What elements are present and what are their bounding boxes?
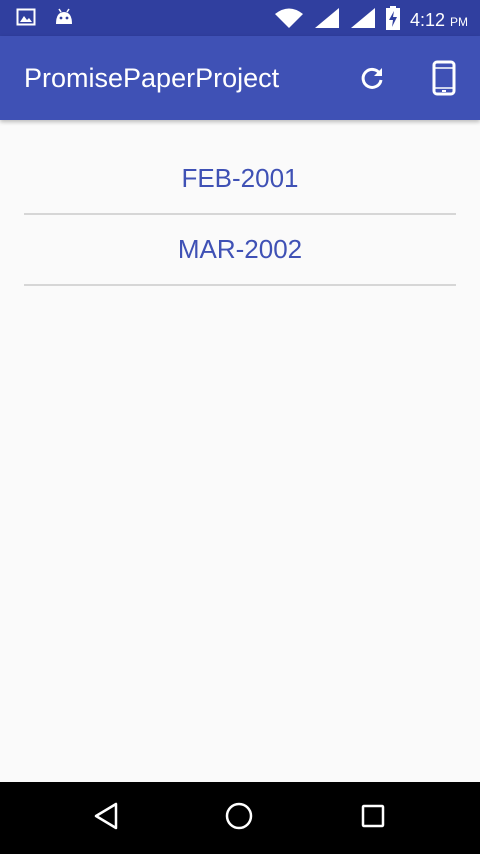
status-bar: 4:12 PM xyxy=(0,0,480,36)
period-list: FEB-2001 MAR-2002 xyxy=(24,144,456,286)
recents-button[interactable] xyxy=(355,800,391,836)
battery-charging-icon xyxy=(385,6,400,35)
app-title: PromisePaperProject xyxy=(24,63,280,93)
back-icon xyxy=(93,802,121,835)
back-button[interactable] xyxy=(89,800,125,836)
signal-icon xyxy=(314,7,340,34)
list-item-label: FEB-2001 xyxy=(181,163,299,193)
navigation-bar xyxy=(0,782,480,854)
refresh-button[interactable] xyxy=(354,62,390,98)
notification-icons xyxy=(16,7,74,32)
status-time: 4:12 PM xyxy=(409,9,468,30)
image-notification-icon xyxy=(16,7,36,32)
list-item-label: MAR-2002 xyxy=(177,234,303,264)
smartphone-icon xyxy=(432,60,456,101)
home-icon xyxy=(224,801,254,836)
home-button[interactable] xyxy=(221,800,257,836)
refresh-icon xyxy=(358,64,386,97)
android-notification-icon xyxy=(54,7,74,32)
wifi-icon xyxy=(274,7,304,34)
recents-icon xyxy=(360,803,386,834)
system-icons: 4:12 PM xyxy=(274,6,468,35)
list-item[interactable]: MAR-2002 xyxy=(24,215,456,286)
list-item[interactable]: FEB-2001 xyxy=(24,144,456,215)
signal-icon xyxy=(350,7,376,34)
app-bar: PromisePaperProject xyxy=(0,36,480,120)
device-button[interactable] xyxy=(426,60,462,100)
